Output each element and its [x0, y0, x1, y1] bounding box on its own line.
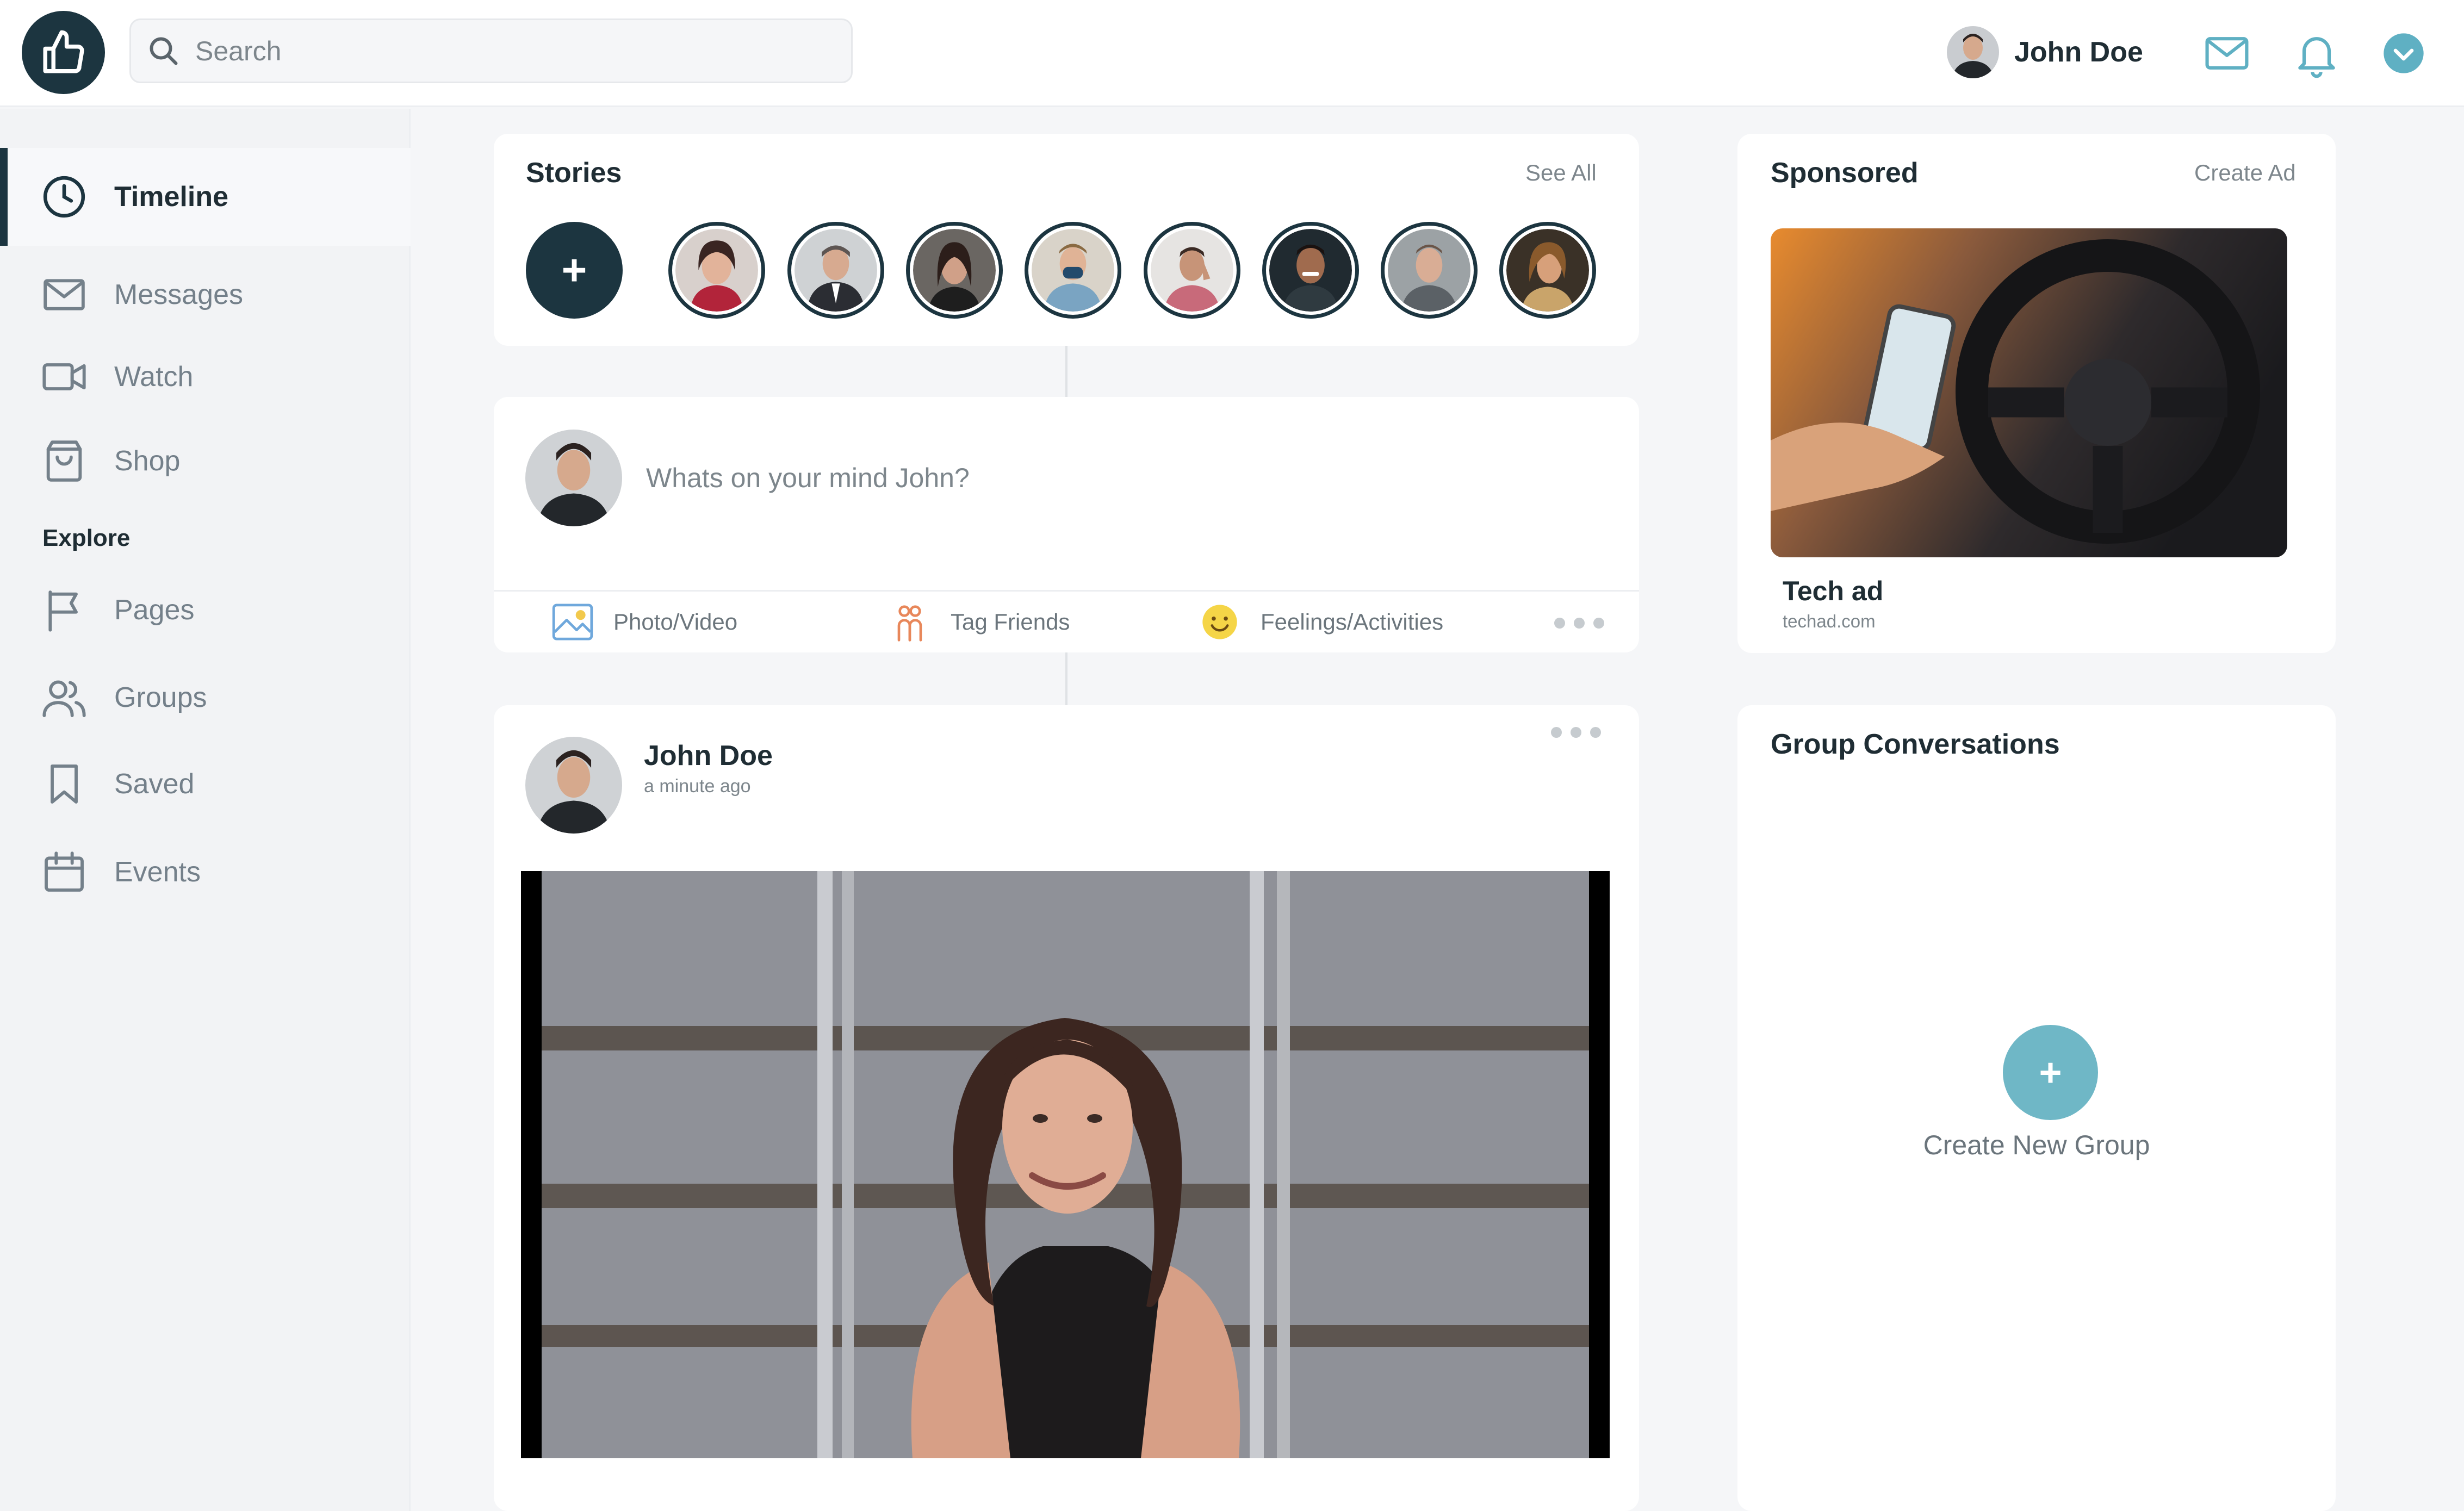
create-group-label[interactable]: Create New Group — [1737, 1129, 2336, 1161]
ad-name[interactable]: Tech ad — [1783, 575, 1883, 607]
stories-title: Stories — [526, 157, 622, 189]
ad-image[interactable] — [1771, 228, 2287, 557]
search-bar[interactable] — [129, 18, 853, 83]
sidebar-item-events[interactable]: Events — [0, 823, 411, 921]
story-avatar[interactable] — [1499, 222, 1596, 319]
see-all-link[interactable]: See All — [1525, 160, 1597, 186]
post-author[interactable]: John Doe — [644, 739, 773, 772]
divider — [1065, 346, 1067, 397]
sidebar-item-label: Groups — [114, 682, 207, 713]
sidebar-item-label: Messages — [114, 279, 243, 310]
post-composer: Photo/Video Tag Friends Feelings/Activit… — [494, 397, 1639, 652]
sponsored-title: Sponsored — [1771, 157, 1919, 189]
calendar-icon — [38, 846, 90, 898]
photo-video-button[interactable]: Photo/Video — [548, 598, 737, 646]
story-avatar[interactable] — [668, 222, 765, 319]
sidebar-item-label: Shop — [114, 445, 181, 477]
users-icon — [38, 671, 90, 724]
smiley-icon — [1195, 598, 1244, 646]
group-conversations-title: Group Conversations — [1771, 729, 2060, 760]
search-icon — [150, 37, 178, 65]
image-icon — [548, 598, 597, 646]
photo-video-label: Photo/Video — [613, 609, 738, 635]
sidebar-item-shop[interactable]: Shop — [0, 412, 411, 510]
search-input[interactable] — [195, 35, 821, 67]
sidebar-item-saved[interactable]: Saved — [0, 735, 411, 833]
chevron-down-icon[interactable] — [2376, 26, 2431, 80]
sponsored-card: Sponsored Create Ad Tech ad techad.com — [1737, 134, 2336, 653]
sidebar-item-timeline[interactable]: Timeline — [0, 148, 411, 246]
thumbs-up-logo-icon[interactable] — [22, 11, 105, 94]
avatar[interactable] — [525, 737, 622, 834]
top-bar: John Doe — [0, 0, 2464, 107]
sidebar-item-label: Events — [114, 856, 201, 888]
sidebar-item-watch[interactable]: Watch — [0, 328, 411, 426]
avatar — [525, 430, 622, 526]
tag-friends-icon — [885, 598, 934, 646]
create-ad-link[interactable]: Create Ad — [2194, 160, 2296, 186]
profile-menu[interactable]: John Doe — [1947, 25, 2143, 79]
shopping-bag-icon — [38, 435, 90, 487]
story-avatar[interactable] — [787, 222, 884, 319]
post-card: John Doe a minute ago — [494, 705, 1639, 1511]
video-icon — [38, 351, 90, 403]
tag-friends-button[interactable]: Tag Friends — [885, 598, 1070, 646]
add-story-button[interactable]: + — [526, 222, 623, 319]
story-avatar[interactable] — [1262, 222, 1359, 319]
sidebar-item-pages[interactable]: Pages — [0, 561, 411, 659]
story-avatar[interactable] — [1144, 222, 1240, 319]
sidebar-item-label: Watch — [114, 361, 194, 393]
sidebar-item-label: Pages — [114, 594, 195, 626]
more-options-icon[interactable] — [1551, 727, 1601, 738]
avatar[interactable] — [1947, 26, 1999, 78]
story-avatar[interactable] — [1381, 222, 1478, 319]
mail-icon — [38, 269, 90, 321]
status-input[interactable] — [646, 462, 1571, 494]
post-video[interactable] — [521, 871, 1610, 1458]
user-name[interactable]: John Doe — [2014, 36, 2143, 69]
create-group-button[interactable]: + — [2003, 1025, 2098, 1120]
bookmark-icon — [38, 758, 90, 810]
explore-heading: Explore — [42, 525, 131, 551]
composer-actions: Photo/Video Tag Friends Feelings/Activit… — [494, 590, 1639, 652]
stories-card: Stories See All + — [494, 134, 1639, 346]
ad-url[interactable]: techad.com — [1783, 611, 1876, 632]
group-conversations-card: Group Conversations + Create New Group — [1737, 705, 2336, 1511]
tag-friends-label: Tag Friends — [951, 609, 1070, 635]
sidebar: Timeline Messages Watch Shop Explore Pag… — [0, 109, 411, 1511]
flag-icon — [38, 584, 90, 636]
clock-icon — [38, 171, 90, 223]
story-avatar[interactable] — [1025, 222, 1121, 319]
post-timestamp: a minute ago — [644, 776, 751, 797]
bell-icon[interactable] — [2289, 26, 2344, 80]
mail-icon[interactable] — [2200, 26, 2254, 80]
sidebar-item-label: Saved — [114, 768, 195, 800]
feelings-activities-button[interactable]: Feelings/Activities — [1195, 598, 1443, 646]
divider — [1065, 652, 1067, 705]
story-avatar[interactable] — [906, 222, 1003, 319]
sidebar-item-groups[interactable]: Groups — [0, 649, 411, 747]
more-options-icon[interactable] — [1554, 618, 1604, 629]
feelings-activities-label: Feelings/Activities — [1261, 609, 1444, 635]
sidebar-item-label: Timeline — [114, 181, 229, 213]
